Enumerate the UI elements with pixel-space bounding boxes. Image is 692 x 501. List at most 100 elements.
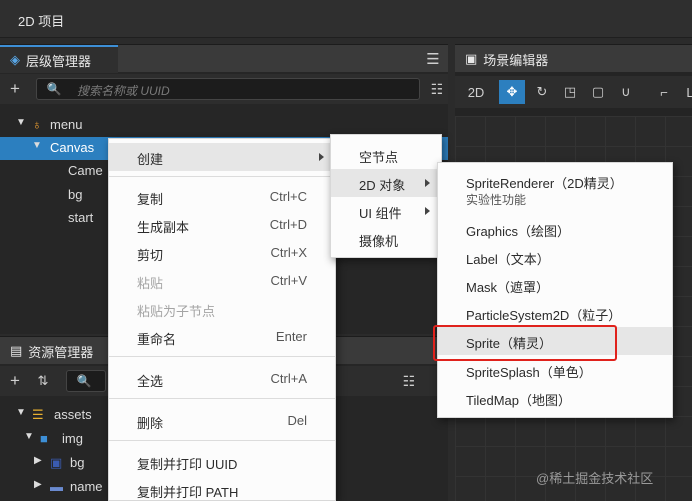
scale-tool-icon[interactable]: ◳ xyxy=(557,80,583,104)
menu-item-select-all[interactable]: 全选 Ctrl+A xyxy=(109,365,335,393)
menu-item-tiled-map[interactable]: TiledMap（地图） xyxy=(438,384,672,412)
image-icon: ▣ xyxy=(465,51,478,66)
chevron-right-icon[interactable]: ▶ xyxy=(34,455,42,466)
menu-item-duplicate[interactable]: 生成副本 Ctrl+D xyxy=(109,211,335,239)
hierarchy-header: ◈ 层级管理器 ☰ xyxy=(0,44,448,73)
tree-node-label: bg xyxy=(68,187,83,202)
menu-item-label: 空节点 xyxy=(359,150,399,165)
tree-node-label: bg xyxy=(70,455,85,470)
app-title: 2D 项目 xyxy=(18,14,65,29)
menu-item-label: ParticleSystem2D（粒子） xyxy=(466,308,622,323)
menu-divider xyxy=(109,398,335,399)
menu-item-label: 删除 xyxy=(137,416,164,431)
menu-item-create[interactable]: 创建 xyxy=(109,143,335,171)
menu-item-camera[interactable]: 摄像机 xyxy=(331,225,441,253)
menu-divider xyxy=(109,440,335,441)
rect-tool-icon[interactable]: ▢ xyxy=(585,80,611,104)
tab-assets-label: 资源管理器 xyxy=(28,344,94,360)
search-icon: 🔍 xyxy=(76,374,92,388)
tree-node-label: assets xyxy=(54,407,92,422)
chevron-right-icon xyxy=(425,179,430,187)
menu-item-label-component[interactable]: Label（文本） xyxy=(438,243,672,271)
scene-header: ▣ 场景编辑器 xyxy=(455,44,692,72)
assets-search-input[interactable]: 🔍 xyxy=(66,370,106,392)
add-icon[interactable]: + xyxy=(6,79,24,98)
menu-item-copy-uuid[interactable]: 复制并打印 UUID xyxy=(109,448,335,476)
rotate-tool-icon[interactable]: ↻ xyxy=(529,80,555,104)
layers-icon: ◈ xyxy=(10,52,20,67)
menu-item-shortcut: Ctrl+A xyxy=(270,371,307,386)
anchor-tool-icon[interactable]: ⌐ xyxy=(651,80,677,104)
menu-item-shortcut: Del xyxy=(287,413,307,428)
menu-item-graphics[interactable]: Graphics（绘图） xyxy=(438,215,672,243)
add-icon[interactable]: + xyxy=(6,371,24,390)
menu-item-label: Graphics（绘图） xyxy=(466,224,571,239)
menu-item-label: SpriteRenderer（2D精灵） xyxy=(466,176,623,191)
menu-item-label: Label（文本） xyxy=(466,252,550,267)
menu-item-label: Mask（遮罩） xyxy=(466,280,550,295)
menu-item-mask[interactable]: Mask（遮罩） xyxy=(438,271,672,299)
menu-item-copy-path[interactable]: 复制并打印 PATH xyxy=(109,476,335,501)
menu-item-shortcut: Enter xyxy=(275,329,307,344)
menu-item-label: SpriteSplash（单色） xyxy=(466,365,592,380)
tab-scene[interactable]: ▣ 场景编辑器 xyxy=(455,45,575,73)
menu-item-delete[interactable]: 删除 Del xyxy=(109,407,335,435)
tab-hierarchy-label: 层级管理器 xyxy=(26,53,92,69)
context-menu: 创建 复制 Ctrl+C 生成副本 Ctrl+D 剪切 Ctrl+X 粘贴 Ct… xyxy=(108,138,336,501)
menu-item-cut[interactable]: 剪切 Ctrl+X xyxy=(109,239,335,267)
menu-item-label: 摄像机 xyxy=(359,234,399,249)
sort-icon[interactable]: ⇅ xyxy=(34,372,52,390)
menu-item-copy[interactable]: 复制 Ctrl+C xyxy=(109,183,335,211)
menu-divider xyxy=(109,356,335,357)
menu-item-label: 复制并打印 PATH xyxy=(137,485,239,500)
list-view-icon[interactable]: ☷ xyxy=(428,80,446,98)
menu-item-label: 创建 xyxy=(137,152,164,167)
move-tool-icon[interactable]: ✥ xyxy=(499,80,525,104)
menu-item-2d-object[interactable]: 2D 对象 xyxy=(331,169,441,197)
scene-toolbar: 2D ✥ ↻ ◳ ▢ ∪ ⌐ L xyxy=(455,76,692,108)
menu-item-rename[interactable]: 重命名 Enter xyxy=(109,323,335,351)
tree-node-label: img xyxy=(62,431,83,446)
tab-hierarchy[interactable]: ◈ 层级管理器 xyxy=(0,45,118,73)
menu-item-label: 剪切 xyxy=(137,248,164,263)
menu-item-label: 重命名 xyxy=(137,332,177,347)
menu-icon[interactable]: ☰ xyxy=(424,50,442,68)
search-icon: 🔍 xyxy=(46,82,62,96)
chevron-right-icon[interactable]: ▶ xyxy=(34,479,42,490)
folder-icon: ■ xyxy=(40,431,48,446)
menu-item-particle-system[interactable]: ParticleSystem2D（粒子） xyxy=(438,299,672,327)
image-icon: ▬ xyxy=(50,479,63,494)
create-submenu: 空节点 2D 对象 UI 组件 摄像机 xyxy=(330,134,442,258)
menu-item-label: 粘贴为子节点 xyxy=(137,304,216,319)
chevron-down-icon[interactable]: ▼ xyxy=(16,117,26,128)
menu-item-paste: 粘贴 Ctrl+V xyxy=(109,267,335,295)
tree-node-label: start xyxy=(68,210,94,225)
image-icon: ▣ xyxy=(50,455,63,470)
folder-icon: ▤ xyxy=(10,343,23,358)
menu-item-label: UI 组件 xyxy=(359,206,402,221)
sprite-highlight-box xyxy=(433,325,617,361)
2d-label: 2D xyxy=(467,84,485,100)
menu-item-label: 2D 对象 xyxy=(359,178,406,193)
menu-item-label: 复制并打印 UUID xyxy=(137,457,238,472)
layout-tool-icon[interactable]: L xyxy=(677,80,692,104)
tab-assets[interactable]: ▤ 资源管理器 xyxy=(0,337,118,365)
tree-node-label: menu xyxy=(50,117,83,132)
tab-scene-label: 场景编辑器 xyxy=(483,52,549,68)
2d-object-submenu: SpriteRenderer（2D精灵） 实验性功能 Graphics（绘图） … xyxy=(437,162,673,418)
hierarchy-search-input[interactable]: 🔍 搜索名称或 UUID xyxy=(36,78,420,100)
menu-item-ui-component[interactable]: UI 组件 xyxy=(331,197,441,225)
menu-item-shortcut: Ctrl+X xyxy=(270,245,307,260)
menu-item-sprite-renderer[interactable]: SpriteRenderer（2D精灵） 实验性功能 xyxy=(438,169,672,209)
menu-item-shortcut: Ctrl+V xyxy=(270,273,307,288)
menu-item-empty-node[interactable]: 空节点 xyxy=(331,141,441,169)
tree-node-label: Canvas xyxy=(50,140,95,155)
list-view-icon[interactable]: ☷ xyxy=(400,372,418,390)
2d-toggle-button[interactable]: 2D xyxy=(463,80,489,104)
chevron-down-icon[interactable]: ▼ xyxy=(16,407,26,418)
transform-tool-icon[interactable]: ∪ xyxy=(613,80,639,104)
chevron-down-icon[interactable]: ▼ xyxy=(32,140,42,151)
chevron-down-icon[interactable]: ▼ xyxy=(24,431,34,442)
database-icon: ☰ xyxy=(32,407,44,422)
menu-item-label: 粘贴 xyxy=(137,276,164,291)
